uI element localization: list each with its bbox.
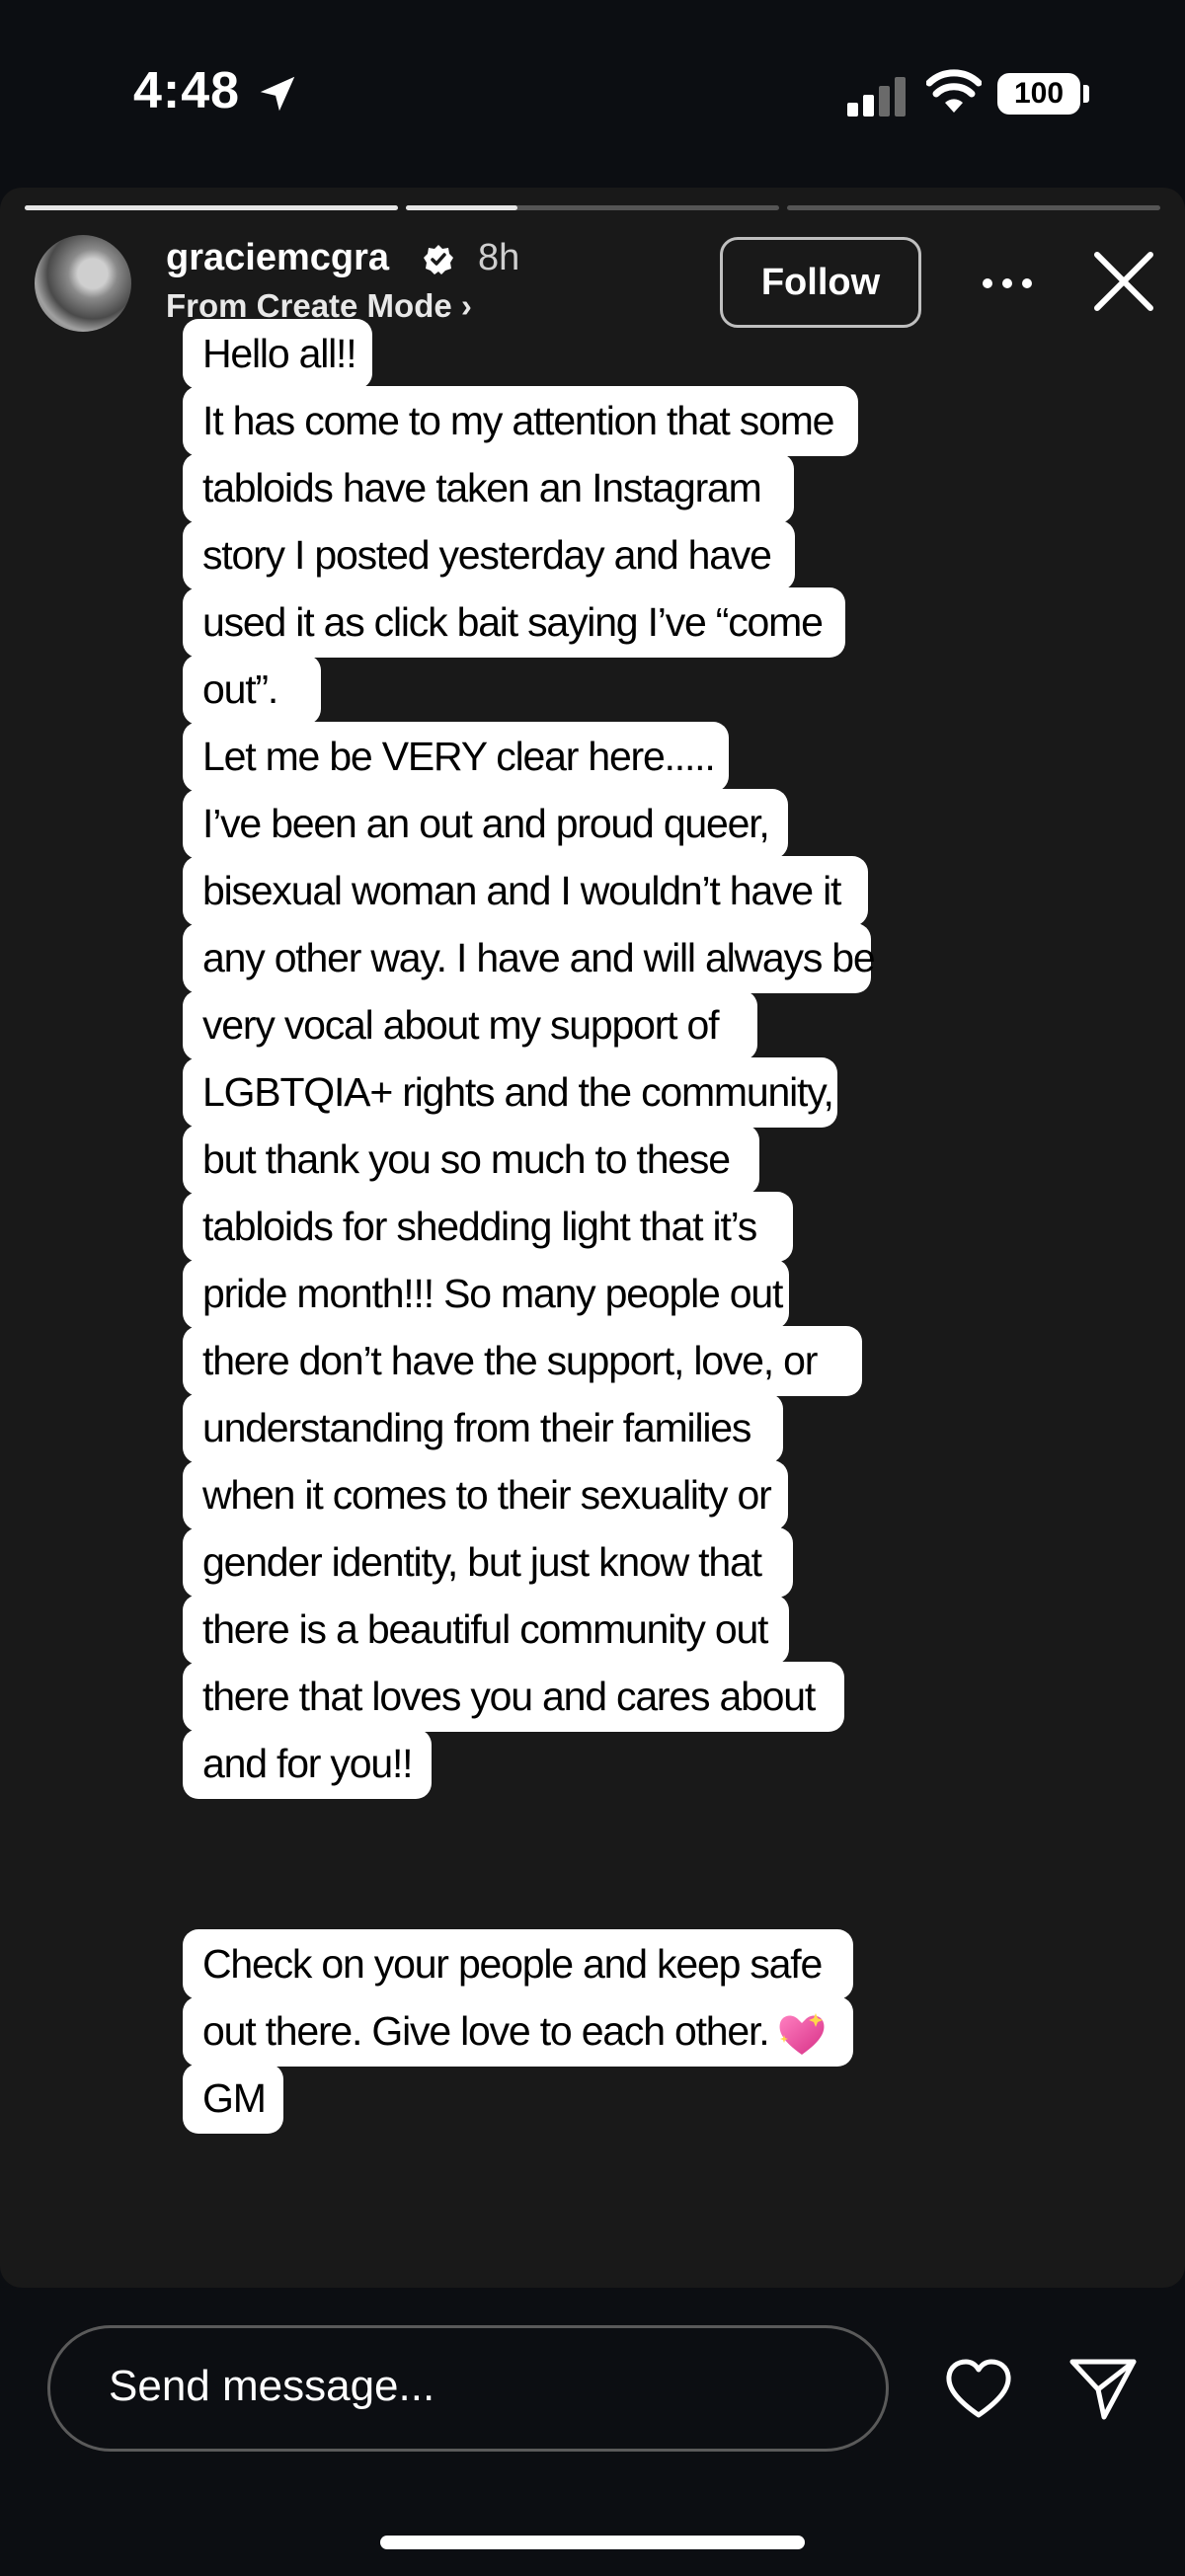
wifi-icon [926, 69, 982, 113]
story-text-line: there don’t have the support, love, or [183, 1326, 862, 1396]
follow-button[interactable]: Follow [720, 237, 921, 328]
story-text-line: but thank you so much to these [183, 1125, 759, 1195]
story-text-line: gender identity, but just know that [183, 1527, 793, 1598]
more-options-icon[interactable] [980, 259, 1035, 308]
story-progress-segment [25, 205, 398, 210]
avatar[interactable] [35, 235, 131, 332]
story-text-line-content: out there. Give love to each other. [202, 2008, 770, 2054]
story-text-line: and for you!! [183, 1729, 432, 1799]
home-indicator [380, 2536, 805, 2549]
story-progress-segment [787, 205, 1160, 210]
story-text-line: out”. [183, 655, 321, 725]
story-text-line: bisexual woman and I wouldn’t have it [183, 856, 868, 926]
story-text-line: I’ve been an out and proud queer, [183, 789, 788, 859]
story-text-line: there is a beautiful community out [183, 1595, 789, 1665]
story-text-line: there that loves you and cares about [183, 1662, 844, 1732]
battery-tip [1083, 85, 1089, 103]
story-text-line: It has come to my attention that some [183, 386, 858, 456]
story-progress-segment [406, 205, 779, 210]
cellular-signal-icon [847, 77, 906, 117]
story-text-line: when it comes to their sexuality or [183, 1460, 788, 1530]
story-text-line: tabloids have taken an Instagram [183, 453, 794, 523]
story-text-line: very vocal about my support of [183, 990, 757, 1060]
send-message-placeholder: Send message... [109, 2362, 435, 2410]
story-text-line: used it as click bait saying I’ve “come [183, 587, 845, 658]
location-arrow-icon [260, 76, 295, 112]
story-username[interactable]: graciemcgra [166, 237, 389, 279]
story-text-line: Hello all!! [183, 319, 372, 389]
story-text-line: Check on your people and keep safe [183, 1929, 853, 1999]
send-icon[interactable] [1068, 2356, 1138, 2421]
story-text-line: any other way. I have and will always be [183, 923, 876, 993]
story-text-line: Let me be VERY clear here..... [183, 722, 729, 792]
sparkling-heart-icon [779, 2013, 825, 2056]
story-text-line: story I posted yesterday and have [183, 520, 795, 590]
story-time-ago: 8h [478, 237, 520, 278]
story-text-line: LGBTQIA+ rights and the community, [183, 1057, 837, 1128]
story-text-line: GM [183, 2064, 283, 2134]
heart-icon[interactable] [944, 2358, 1013, 2419]
story-text-line: tabloids for shedding light that it’s [183, 1192, 793, 1262]
story-text-line: pride month!!! So many people out [183, 1259, 789, 1329]
story-text-line: out there. Give love to each other. [183, 1996, 853, 2067]
battery-icon: 100 [997, 73, 1080, 115]
close-icon[interactable] [1093, 251, 1154, 312]
story-text-line: understanding from their families [183, 1393, 783, 1463]
status-time: 4:48 [133, 62, 241, 119]
verified-badge-icon [424, 245, 453, 274]
